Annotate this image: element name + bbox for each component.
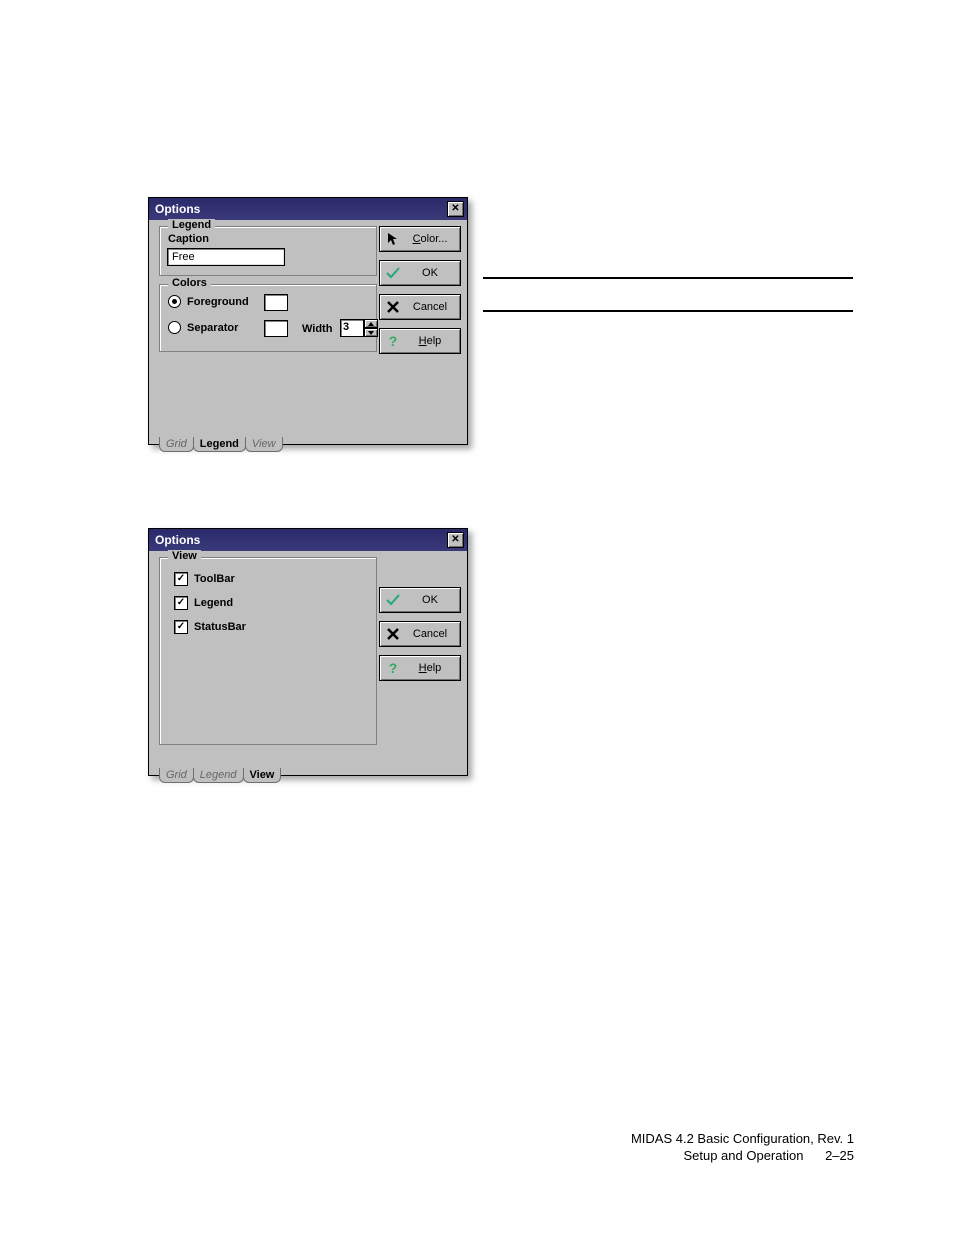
title-bar: Options ✕ [149, 198, 467, 220]
view-group-title: View [168, 550, 201, 562]
legend-group: Legend Caption [159, 226, 377, 276]
page-footer: MIDAS 4.2 Basic Configuration, Rev. 1 Se… [631, 1130, 854, 1165]
button-column: Color... OK Cancel ? Help [379, 226, 461, 354]
color-button-rest: olor... [421, 233, 448, 245]
tab-legend[interactable]: Legend [193, 437, 246, 452]
caption-label: Caption [168, 233, 209, 245]
legend-checkbox-label: Legend [194, 597, 233, 609]
footer-line-1: MIDAS 4.2 Basic Configuration, Rev. 1 [631, 1130, 854, 1148]
separator-color-swatch[interactable] [264, 320, 288, 337]
footer-page-number: 2–25 [825, 1148, 854, 1163]
close-icon: ✕ [451, 204, 459, 214]
question-icon: ? [386, 333, 400, 349]
statusbar-checkbox[interactable]: ✓ StatusBar [174, 620, 246, 634]
divider-line [483, 277, 853, 279]
foreground-radio[interactable]: Foreground [168, 295, 249, 308]
x-icon [386, 628, 400, 640]
color-button[interactable]: Color... [379, 226, 461, 252]
title-bar: Options ✕ [149, 529, 467, 551]
options-dialog-view: Options ✕ View ✓ ToolBar ✓ Legend ✓ St [148, 528, 468, 776]
help-button[interactable]: ? Help [379, 655, 461, 681]
width-spinner[interactable]: 3 [340, 319, 378, 337]
close-icon: ✕ [451, 535, 459, 545]
button-column: OK Cancel ? Help [379, 587, 461, 681]
width-value[interactable]: 3 [340, 319, 364, 337]
ok-button[interactable]: OK [379, 587, 461, 613]
tab-view[interactable]: View [245, 437, 283, 452]
ok-button[interactable]: OK [379, 260, 461, 286]
tab-grid[interactable]: Grid [159, 768, 194, 783]
statusbar-checkbox-label: StatusBar [194, 621, 246, 633]
radio-icon [168, 321, 181, 334]
cancel-button-label: Cancel [406, 628, 454, 640]
dialog-client: Legend Caption Colors Foreground Separat… [149, 220, 467, 456]
check-icon [386, 594, 400, 606]
checkbox-icon: ✓ [174, 572, 188, 586]
foreground-color-swatch[interactable] [264, 294, 288, 311]
close-button[interactable]: ✕ [447, 201, 464, 217]
cancel-button[interactable]: Cancel [379, 621, 461, 647]
tab-view[interactable]: View [243, 768, 282, 783]
toolbar-checkbox[interactable]: ✓ ToolBar [174, 572, 235, 586]
foreground-radio-label: Foreground [187, 296, 249, 308]
tab-grid[interactable]: Grid [159, 437, 194, 452]
tab-legend[interactable]: Legend [193, 768, 244, 783]
dialog-title: Options [155, 533, 200, 547]
close-button[interactable]: ✕ [447, 532, 464, 548]
help-button-rest: elp [427, 662, 442, 674]
view-group: View ✓ ToolBar ✓ Legend ✓ StatusBar [159, 557, 377, 745]
cancel-button[interactable]: Cancel [379, 294, 461, 320]
separator-radio-label: Separator [187, 322, 238, 334]
help-button-rest: elp [427, 335, 442, 347]
width-label: Width [302, 323, 332, 335]
divider-line [483, 310, 853, 312]
spinner-up-button[interactable] [364, 319, 378, 328]
pointer-icon [386, 232, 400, 246]
caption-input[interactable] [167, 248, 285, 266]
separator-radio[interactable]: Separator [168, 321, 238, 334]
footer-section: Setup and Operation [683, 1148, 803, 1163]
toolbar-checkbox-label: ToolBar [194, 573, 235, 585]
legend-group-title: Legend [168, 219, 215, 231]
tab-strip: Grid Legend View [159, 437, 282, 452]
x-icon [386, 301, 400, 313]
cancel-button-label: Cancel [406, 301, 454, 313]
ok-button-label: OK [406, 267, 454, 279]
dialog-client: View ✓ ToolBar ✓ Legend ✓ StatusBar [149, 551, 467, 787]
question-icon: ? [386, 660, 400, 676]
dialog-title: Options [155, 202, 200, 216]
colors-group: Colors Foreground Separator Width 3 [159, 284, 377, 352]
legend-checkbox[interactable]: ✓ Legend [174, 596, 233, 610]
checkbox-icon: ✓ [174, 596, 188, 610]
ok-button-label: OK [406, 594, 454, 606]
checkbox-icon: ✓ [174, 620, 188, 634]
page: Options ✕ Legend Caption Colors Foregrou… [0, 0, 954, 1235]
check-icon [386, 267, 400, 279]
footer-line-2: Setup and Operation 2–25 [631, 1147, 854, 1165]
options-dialog-legend: Options ✕ Legend Caption Colors Foregrou… [148, 197, 468, 445]
help-button[interactable]: ? Help [379, 328, 461, 354]
spinner-down-button[interactable] [364, 328, 378, 337]
radio-icon [168, 295, 181, 308]
colors-group-title: Colors [168, 277, 211, 289]
tab-strip: Grid Legend View [159, 768, 280, 783]
